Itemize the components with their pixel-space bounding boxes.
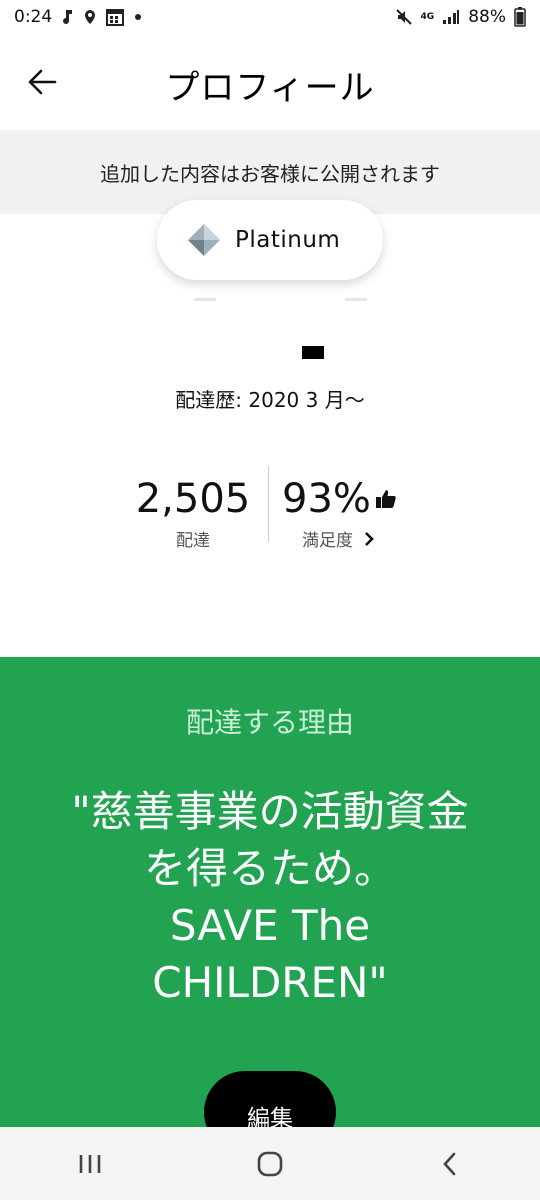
app-bar: プロフィール: [0, 34, 540, 130]
chevron-left-icon: [443, 1152, 456, 1175]
status-right: 4G 88%: [395, 7, 526, 27]
recent-apps-icon: [79, 1154, 101, 1173]
diamond-icon: [188, 224, 220, 256]
satisfaction-label: 満足度: [302, 531, 353, 551]
reason-line: "慈善事業の活動資金: [71, 787, 469, 836]
redacted-name: [302, 346, 324, 359]
network-type: 4G: [420, 11, 435, 22]
battery-percent: 88%: [468, 7, 506, 27]
stat-satisfaction[interactable]: 93% 満足度: [282, 476, 422, 551]
thumbs-up-icon: [375, 490, 396, 508]
location-icon: [84, 9, 96, 25]
tier-label: Platinum: [235, 227, 341, 253]
dot-icon: [134, 13, 142, 21]
reason-heading: 配達する理由: [185, 706, 354, 739]
edit-button[interactable]: 編集: [204, 1071, 336, 1127]
back-nav-button[interactable]: [410, 1134, 490, 1194]
delivery-reason-section: 配達する理由 "慈善事業の活動資金 を得るため。 SAVE The CHILDR…: [0, 657, 540, 1127]
deliveries-label: 配達: [176, 531, 210, 551]
stat-deliveries: 2,505 配達: [120, 476, 266, 551]
stats-divider: [268, 466, 269, 542]
reason-line: CHILDREN": [152, 958, 388, 1007]
battery-icon: [514, 7, 526, 27]
status-bar: 0:24 4G 88%: [0, 0, 540, 34]
status-left: 0:24: [14, 7, 142, 27]
delivery-since: 配達歴: 2020 3 月～: [175, 388, 365, 412]
calendar-icon: [106, 8, 125, 26]
divider: [345, 298, 367, 301]
satisfaction-label-row: 満足度: [282, 526, 422, 551]
mute-icon: [395, 8, 413, 26]
reason-line: SAVE The: [169, 901, 371, 950]
status-time: 0:24: [14, 7, 53, 27]
signal-icon: [442, 9, 460, 25]
chevron-right-icon: [365, 531, 374, 546]
recent-apps-button[interactable]: [50, 1134, 130, 1194]
satisfaction-value-row: 93%: [282, 476, 422, 522]
notification-icon: [62, 9, 74, 25]
home-icon: [257, 1151, 283, 1176]
deliveries-count: 2,505: [135, 476, 251, 522]
system-nav-bar: [0, 1127, 540, 1200]
reason-text: "慈善事業の活動資金 を得るため。 SAVE The CHILDREN": [10, 783, 530, 1011]
satisfaction-rate: 93%: [282, 476, 371, 522]
home-button[interactable]: [230, 1134, 310, 1194]
page-title: プロフィール: [165, 68, 375, 108]
notice-text: 追加した内容はお客様に公開されます: [100, 161, 440, 186]
reason-line: を得るため。: [143, 844, 396, 893]
tier-badge[interactable]: Platinum: [157, 200, 383, 280]
stats-section: 2,505 配達 93% 満足度: [0, 466, 540, 576]
divider: [194, 298, 216, 301]
